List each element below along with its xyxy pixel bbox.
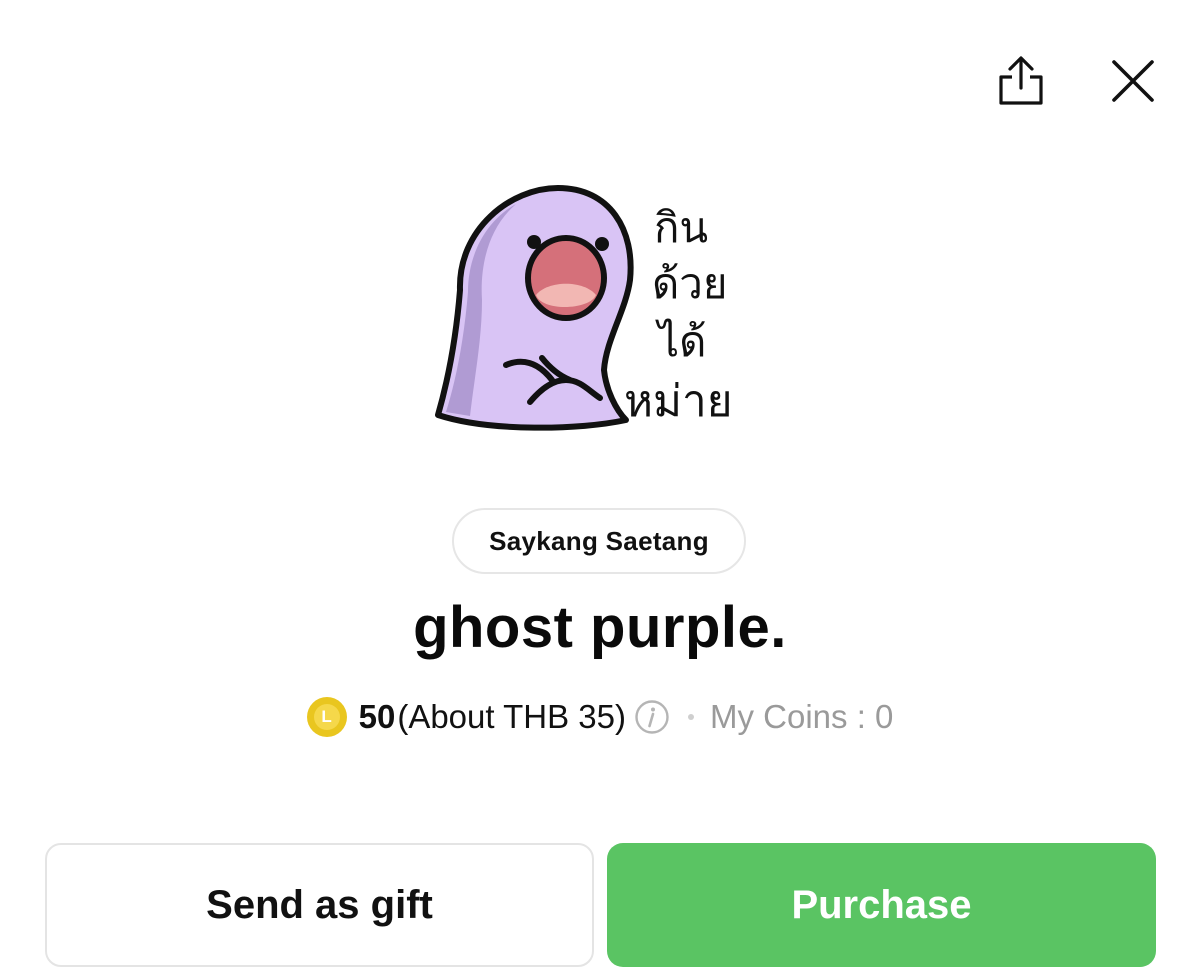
close-icon[interactable] [1108, 56, 1158, 106]
sticker-text-line: ด้วย [652, 259, 727, 308]
product-title: ghost purple. [413, 595, 787, 660]
author-button[interactable]: Saykang Saetang [452, 508, 746, 574]
author-name: Saykang Saetang [489, 525, 709, 556]
price-row: L 50 (About THB 35) My Coins : 0 [0, 693, 1200, 741]
price-amount: 50 [358, 698, 396, 735]
share-icon[interactable] [996, 55, 1046, 107]
sticker-ghost-illustration: กิน ด้วย ได้ หม่าย [435, 185, 733, 431]
sticker-text-line: ได้ [655, 317, 706, 366]
coin-letter: L [313, 704, 340, 730]
coin-icon: L [306, 697, 347, 737]
sticker-detail-page: กิน ด้วย ได้ หม่าย Saykang Saetang ghost… [0, 0, 1200, 975]
sticker-text-line: กิน [654, 203, 708, 252]
send-as-gift-label: Send as gift [206, 882, 433, 927]
my-coins-label: My Coins : 0 [710, 698, 894, 735]
purchase-label: Purchase [791, 882, 972, 927]
price-about: (About THB 35) [397, 698, 626, 735]
separator-dot [688, 714, 694, 720]
send-as-gift-button[interactable]: Send as gift [45, 843, 594, 967]
info-icon[interactable] [634, 699, 670, 735]
sticker-image: กิน ด้วย ได้ หม่าย [430, 180, 780, 440]
purchase-button[interactable]: Purchase [607, 843, 1156, 967]
sticker-text-line: หม่าย [624, 376, 733, 427]
